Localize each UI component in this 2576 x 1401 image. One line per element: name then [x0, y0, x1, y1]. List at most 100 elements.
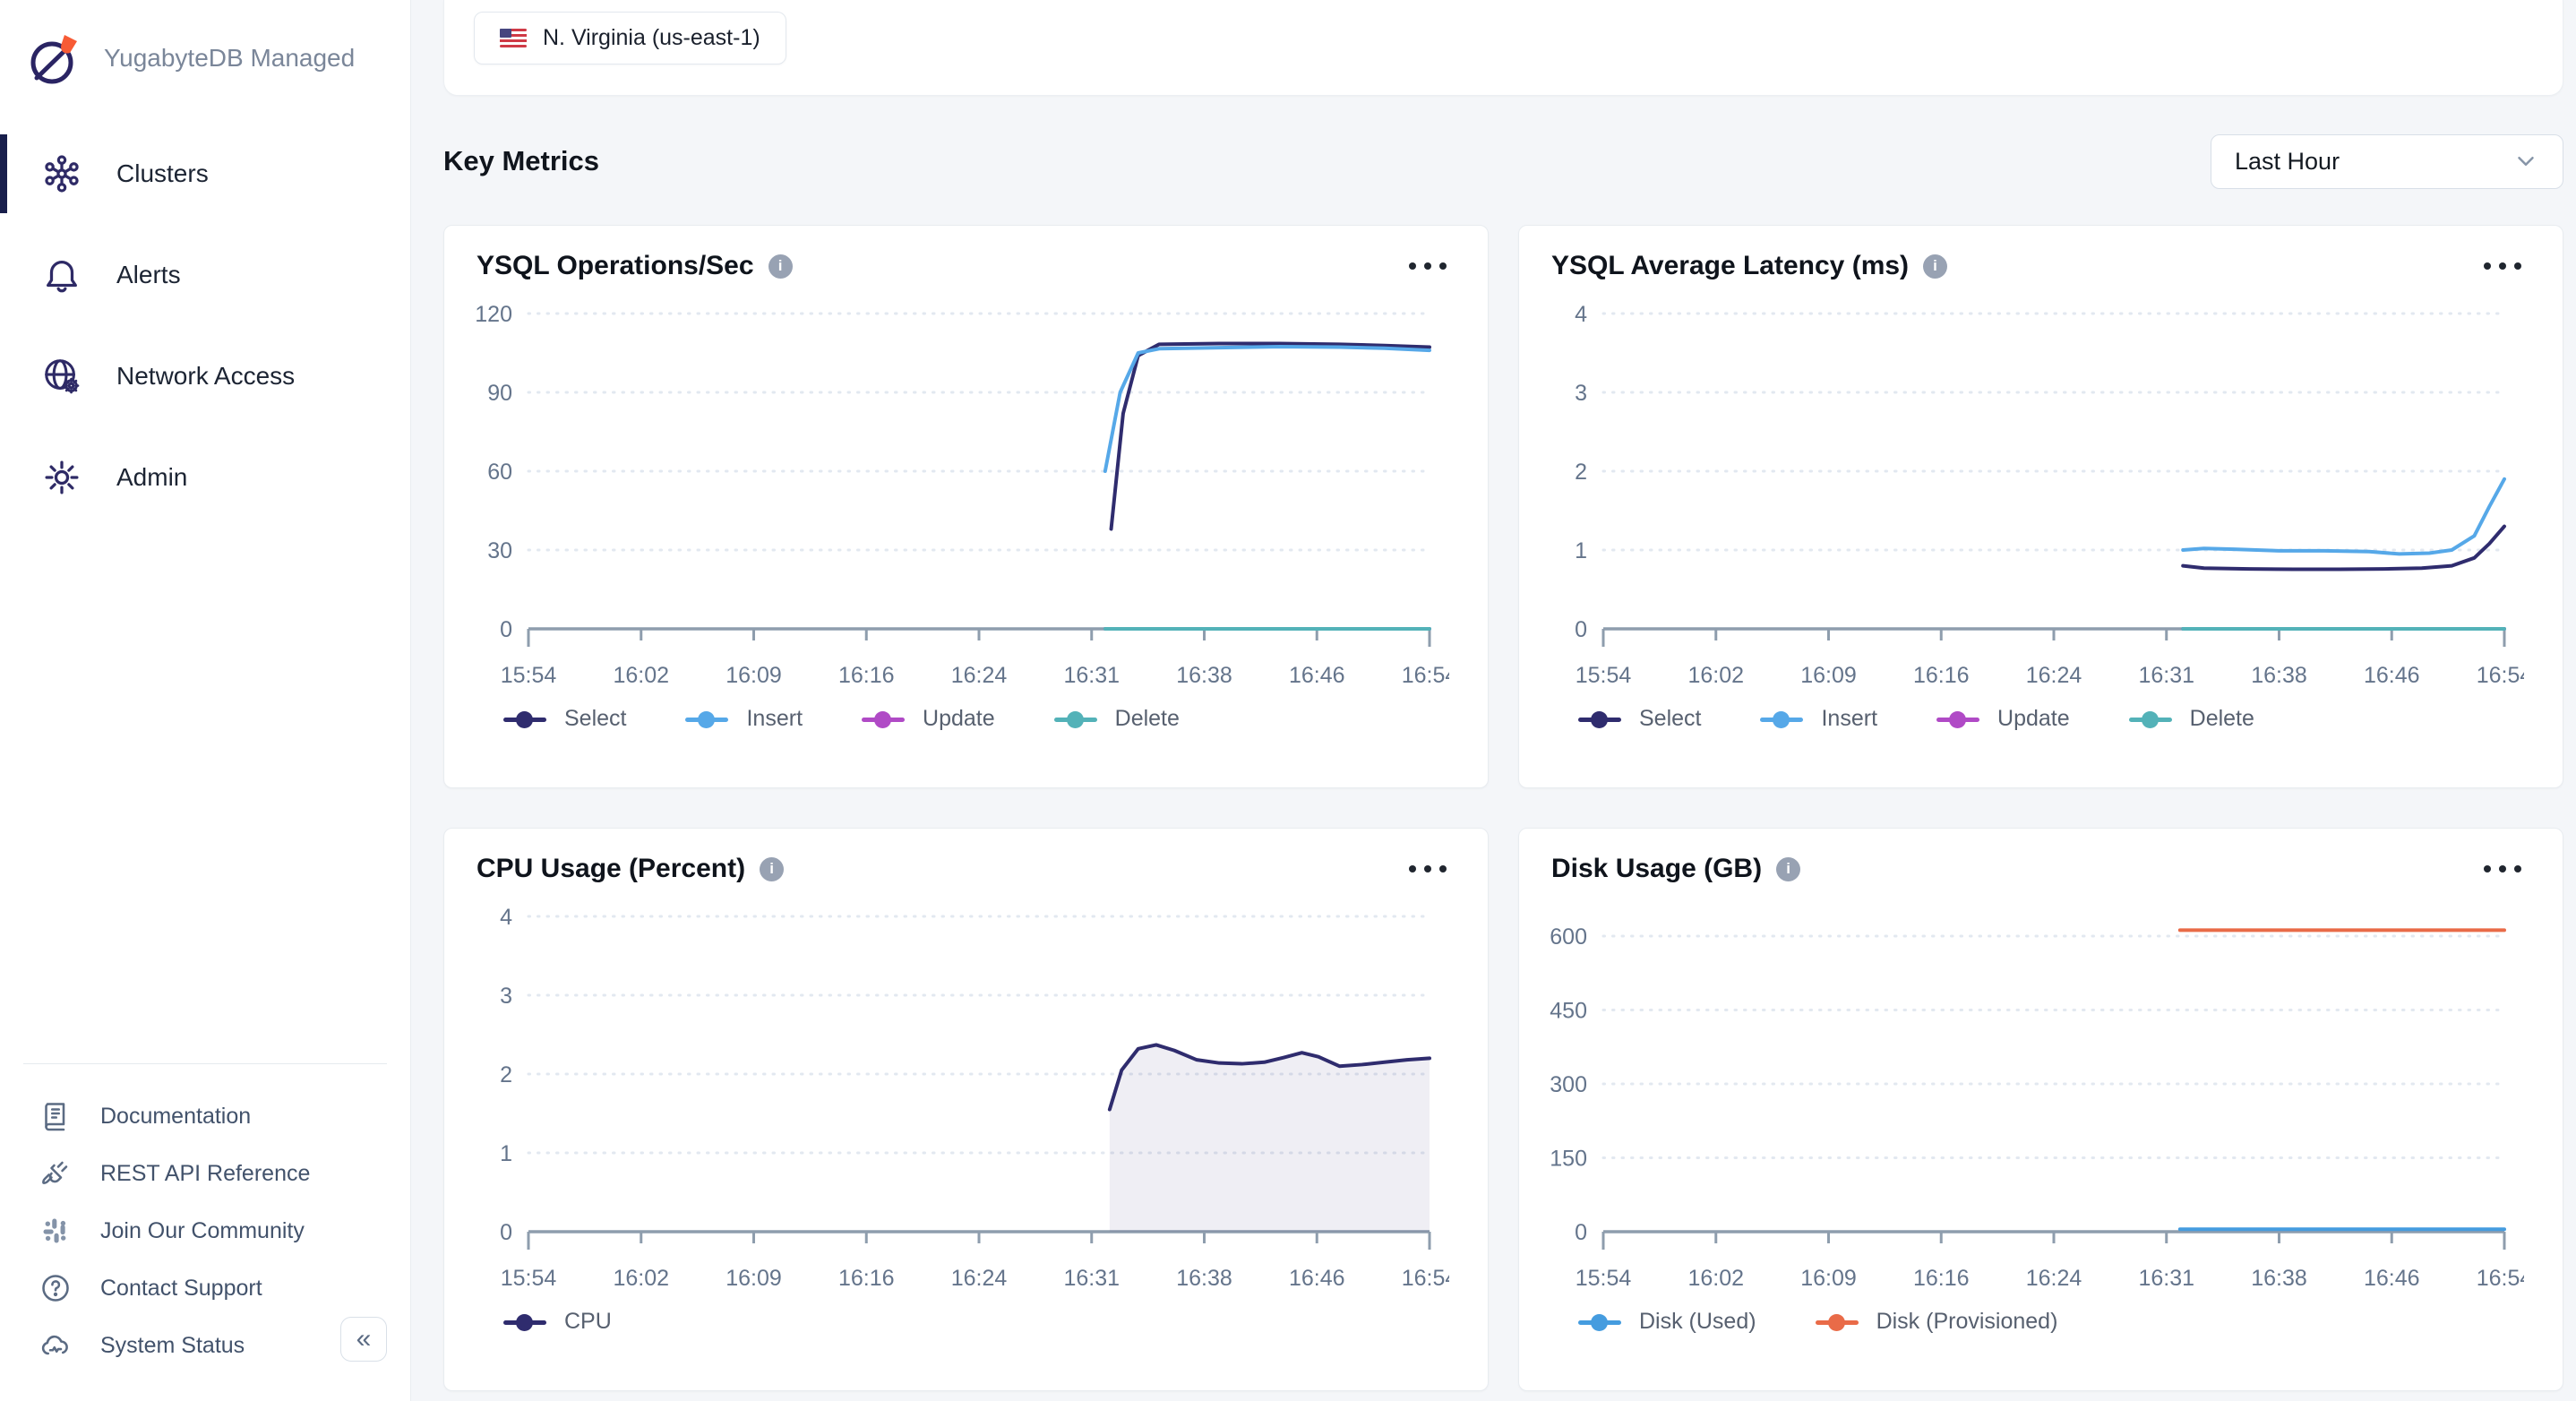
sidebar-item-contact-support[interactable]: Contact Support — [0, 1259, 410, 1317]
sidebar-item-admin[interactable]: Admin — [0, 436, 410, 519]
svg-text:16:09: 16:09 — [1800, 663, 1857, 688]
metrics-toolbar: Key Metrics Last Hour — [443, 133, 2563, 189]
chart-title: YSQL Operations/Sec i — [477, 251, 793, 281]
svg-text:16:02: 16:02 — [1687, 663, 1744, 688]
info-icon[interactable]: i — [1776, 857, 1800, 881]
plug-icon — [39, 1157, 72, 1190]
legend-item-delete[interactable]: Delete — [2129, 706, 2254, 732]
svg-text:16:02: 16:02 — [613, 663, 669, 688]
legend-item-insert[interactable]: Insert — [685, 706, 803, 732]
sidebar-collapse-button[interactable]: « — [340, 1317, 387, 1362]
sidebar-item-join-our-community[interactable]: Join Our Community — [0, 1202, 410, 1259]
svg-text:60: 60 — [487, 460, 512, 485]
legend-item-insert[interactable]: Insert — [1760, 706, 1877, 732]
svg-text:16:24: 16:24 — [951, 1266, 1008, 1291]
svg-text:16:38: 16:38 — [2251, 663, 2307, 688]
slack-icon — [39, 1215, 72, 1247]
svg-text:16:24: 16:24 — [951, 663, 1008, 688]
svg-text:2: 2 — [500, 1062, 512, 1087]
footer-item-label: Join Our Community — [100, 1218, 305, 1244]
svg-text:16:09: 16:09 — [726, 1266, 782, 1291]
legend-marker-icon — [862, 710, 905, 728]
legend-item-disk-provisioned[interactable]: Disk (Provisioned) — [1816, 1309, 2058, 1335]
svg-text:16:54: 16:54 — [2477, 1266, 2524, 1291]
legend-marker-icon — [1936, 710, 1979, 728]
chart-card-disk-usage: Disk Usage (GB) i 015030045060015:5416:0… — [1518, 828, 2563, 1391]
svg-text:150: 150 — [1550, 1147, 1587, 1172]
chart-title: Disk Usage (GB) i — [1551, 854, 1800, 884]
svg-text:1: 1 — [1575, 538, 1587, 563]
svg-text:0: 0 — [500, 1220, 512, 1245]
svg-text:16:16: 16:16 — [1913, 1266, 1970, 1291]
chart-legend: Select Insert Update Delete — [1519, 706, 2563, 732]
chart-card-cpu-usage: CPU Usage (Percent) i 0123415:5416:0216:… — [443, 828, 1489, 1391]
legend-marker-icon — [1816, 1313, 1859, 1331]
svg-text:16:46: 16:46 — [1289, 663, 1345, 688]
legend-item-disk-used[interactable]: Disk (Used) — [1578, 1309, 1756, 1335]
collapse-chevrons-icon: « — [356, 1324, 372, 1354]
legend-item-delete[interactable]: Delete — [1054, 706, 1180, 732]
svg-text:16:09: 16:09 — [1800, 1266, 1857, 1291]
svg-text:16:16: 16:16 — [838, 1266, 895, 1291]
svg-text:16:54: 16:54 — [2477, 663, 2524, 688]
bell-icon — [41, 254, 82, 296]
svg-text:16:09: 16:09 — [726, 663, 782, 688]
legend-item-select[interactable]: Select — [503, 706, 626, 732]
legend-item-cpu[interactable]: CPU — [503, 1309, 612, 1335]
svg-text:16:46: 16:46 — [1289, 1266, 1345, 1291]
chart-menu-button[interactable] — [1404, 860, 1452, 878]
info-icon[interactable]: i — [760, 857, 784, 881]
chart-menu-button[interactable] — [1404, 257, 1452, 275]
sidebar-item-network-access[interactable]: Network Access — [0, 335, 410, 417]
svg-text:16:02: 16:02 — [1687, 1266, 1744, 1291]
svg-text:4: 4 — [1575, 302, 1587, 327]
chart-title: YSQL Average Latency (ms) i — [1551, 251, 1947, 281]
chevron-down-icon — [2512, 148, 2539, 175]
svg-text:3: 3 — [500, 984, 512, 1009]
chart-title: CPU Usage (Percent) i — [477, 854, 784, 884]
brand[interactable]: YugabyteDB Managed — [0, 0, 410, 97]
chart-card-ysql-latency: YSQL Average Latency (ms) i 0123415:5416… — [1518, 225, 2563, 788]
sidebar-item-rest-api-reference[interactable]: REST API Reference — [0, 1145, 410, 1202]
brand-name: YugabyteDB Managed — [104, 44, 355, 73]
svg-text:16:54: 16:54 — [1402, 1266, 1449, 1291]
legend-marker-icon — [1054, 710, 1097, 728]
region-chip[interactable]: N. Virginia (us-east-1) — [474, 12, 786, 64]
sidebar-item-alerts[interactable]: Alerts — [0, 234, 410, 316]
svg-text:2: 2 — [1575, 460, 1587, 485]
svg-text:300: 300 — [1550, 1072, 1587, 1097]
legend-marker-icon — [2129, 710, 2172, 728]
svg-text:16:31: 16:31 — [2138, 663, 2194, 688]
svg-text:30: 30 — [487, 538, 512, 563]
chart-area: 0123415:5416:0216:0916:1616:2416:3116:38… — [444, 888, 1488, 1307]
chart-area: 030609012015:5416:0216:0916:1616:2416:31… — [444, 285, 1488, 704]
chart-area: 0123415:5416:0216:0916:1616:2416:3116:38… — [1519, 285, 2563, 704]
legend-item-update[interactable]: Update — [862, 706, 995, 732]
time-range-value: Last Hour — [2235, 148, 2340, 176]
footer-item-label: System Status — [100, 1333, 245, 1359]
svg-text:16:38: 16:38 — [1176, 663, 1232, 688]
footer-item-label: Contact Support — [100, 1276, 262, 1302]
legend-marker-icon — [503, 710, 546, 728]
sidebar-item-documentation[interactable]: Documentation — [0, 1087, 410, 1145]
primary-nav: Clusters Alerts — [0, 133, 410, 519]
info-icon[interactable]: i — [1923, 254, 1947, 279]
legend-marker-icon — [685, 710, 728, 728]
book-icon — [39, 1100, 72, 1132]
chart-menu-button[interactable] — [2478, 860, 2527, 878]
chart-menu-button[interactable] — [2478, 257, 2527, 275]
clusters-icon — [41, 153, 82, 194]
question-circle-icon — [39, 1272, 72, 1304]
svg-text:450: 450 — [1550, 999, 1587, 1024]
svg-text:600: 600 — [1550, 924, 1587, 950]
legend-item-select[interactable]: Select — [1578, 706, 1701, 732]
yugabytedb-logo-icon — [25, 30, 82, 87]
svg-text:16:31: 16:31 — [1063, 1266, 1120, 1291]
svg-text:16:38: 16:38 — [1176, 1266, 1232, 1291]
time-range-select[interactable]: Last Hour — [2211, 134, 2563, 189]
chart-legend: Disk (Used) Disk (Provisioned) — [1519, 1309, 2563, 1335]
legend-item-update[interactable]: Update — [1936, 706, 2070, 732]
sidebar-item-clusters[interactable]: Clusters — [0, 133, 410, 215]
legend-marker-icon — [1578, 1313, 1621, 1331]
info-icon[interactable]: i — [769, 254, 793, 279]
